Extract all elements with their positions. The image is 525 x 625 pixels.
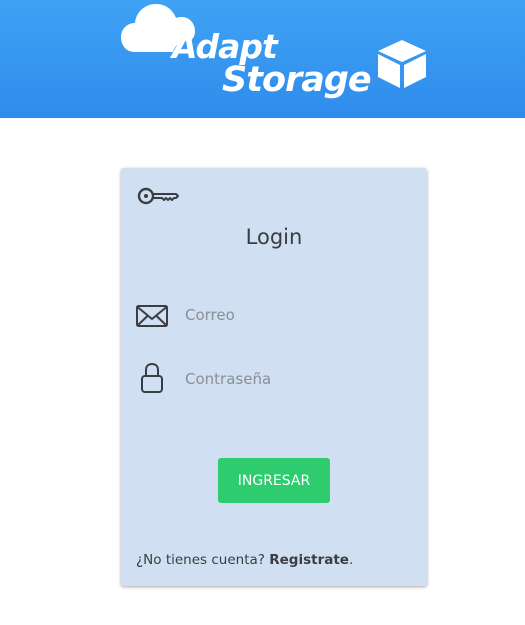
password-field-row — [135, 360, 413, 400]
lock-icon — [141, 362, 163, 393]
brand-logo[interactable]: Adapt Storage — [118, 0, 438, 112]
brand-name-line1: Adapt — [172, 27, 278, 66]
login-card: Login INGRESAR ¿No tienes cuenta? Regist… — [121, 168, 427, 586]
envelope-icon — [136, 305, 168, 327]
register-prompt: ¿No tienes cuenta? Registrate. — [136, 552, 353, 568]
email-input[interactable] — [185, 300, 410, 330]
password-input[interactable] — [185, 364, 410, 394]
box-icon — [378, 40, 426, 88]
brand-name-line2: Storage — [222, 60, 372, 100]
email-field-row — [135, 296, 413, 336]
top-header: Adapt Storage — [0, 0, 525, 118]
key-icon — [137, 187, 179, 205]
login-submit-button[interactable]: INGRESAR — [218, 458, 330, 503]
register-link[interactable]: Registrate — [269, 552, 349, 568]
register-prompt-suffix: . — [348, 552, 354, 568]
register-prompt-text: ¿No tienes cuenta? — [136, 552, 265, 568]
login-title: Login — [245, 225, 303, 249]
